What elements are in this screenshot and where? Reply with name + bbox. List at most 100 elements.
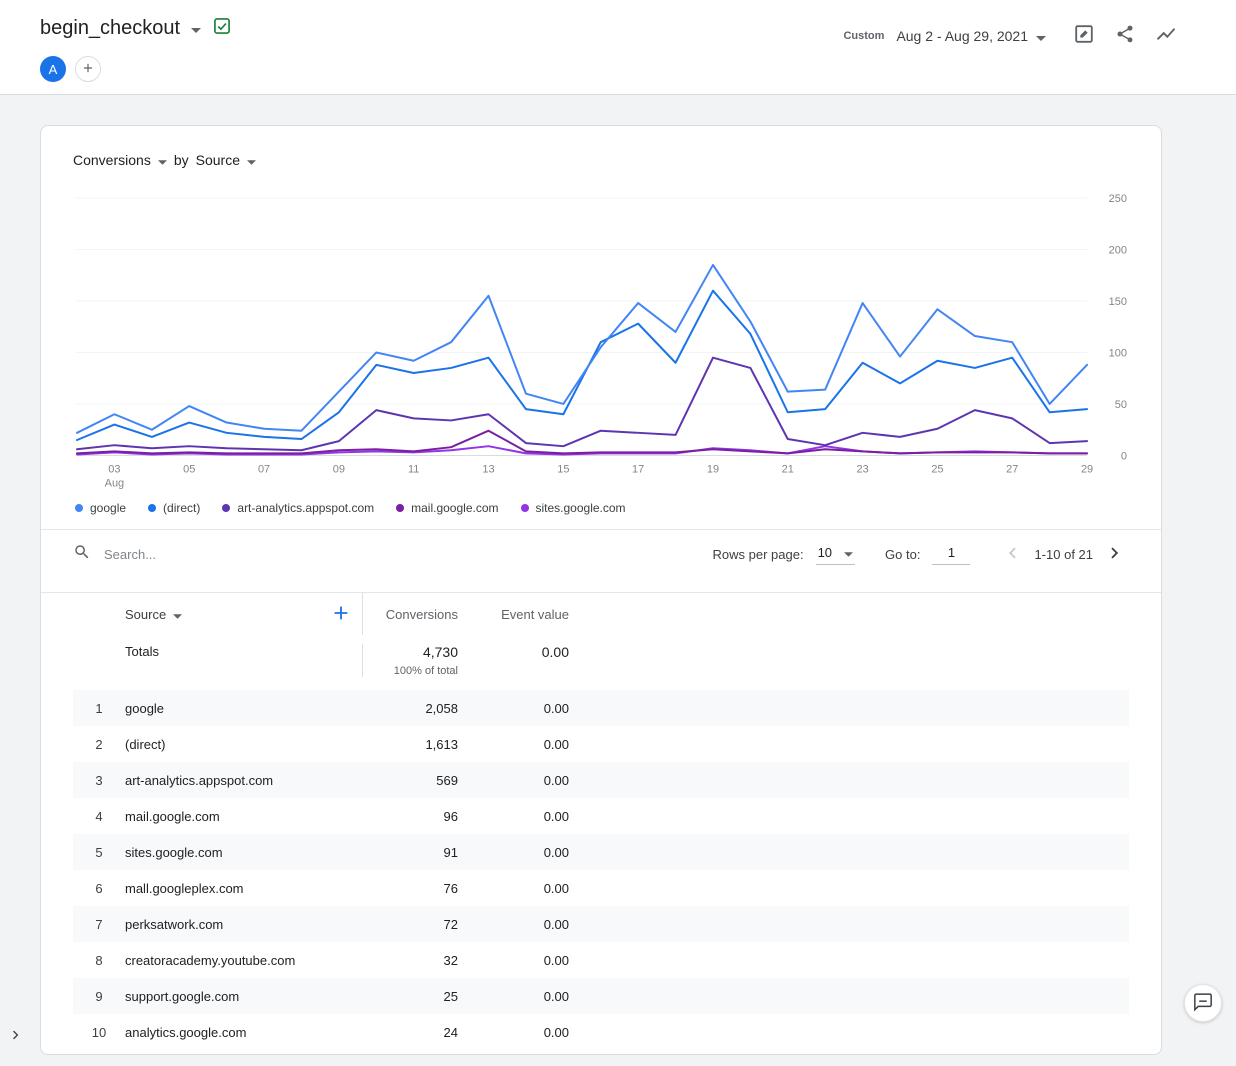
edit-comparisons-button[interactable] xyxy=(1070,20,1098,51)
conversions-column-header[interactable]: Conversions xyxy=(363,607,458,622)
svg-text:150: 150 xyxy=(1109,296,1127,308)
table-body: 1google2,0580.002(direct)1,6130.003art-a… xyxy=(73,690,1129,1050)
add-comparison-button[interactable] xyxy=(75,56,101,82)
row-number: 6 xyxy=(73,881,125,896)
go-to-page-input[interactable] xyxy=(932,543,970,565)
source-cell: analytics.google.com xyxy=(125,1025,363,1040)
source-header-label: Source xyxy=(125,607,166,622)
event-value-cell: 0.00 xyxy=(458,809,569,824)
row-number: 5 xyxy=(73,845,125,860)
chevron-down-icon xyxy=(1036,28,1046,44)
svg-text:19: 19 xyxy=(707,463,719,475)
feedback-button[interactable] xyxy=(1184,984,1222,1022)
event-value-cell: 0.00 xyxy=(458,953,569,968)
chevron-right-icon xyxy=(8,1031,24,1046)
table-row[interactable]: 8creatoracademy.youtube.com320.00 xyxy=(73,942,1129,978)
totals-row: Totals 4,730 100% of total 0.00 xyxy=(73,635,1129,690)
conversions-cell: 569 xyxy=(363,773,458,788)
edit-comparisons-icon xyxy=(1073,23,1095,48)
chart-legend: google(direct)art-analytics.appspot.comm… xyxy=(73,501,1129,515)
svg-text:21: 21 xyxy=(782,463,794,475)
add-column-button[interactable] xyxy=(330,602,352,627)
metric-selector-label: Conversions xyxy=(73,152,151,168)
report-header-left: begin_checkout A xyxy=(40,16,232,82)
table-controls: Rows per page: 10 Go to: 1-10 of 21 xyxy=(73,530,1129,578)
event-value-cell: 0.00 xyxy=(458,881,569,896)
date-range-selector[interactable]: Aug 2 - Aug 29, 2021 xyxy=(894,24,1048,48)
comparison-avatar[interactable]: A xyxy=(40,56,66,82)
row-number: 9 xyxy=(73,989,125,1004)
expand-navigation-button[interactable] xyxy=(4,1023,28,1050)
table-row[interactable]: 9support.google.com250.00 xyxy=(73,978,1129,1014)
next-page-button[interactable] xyxy=(1101,539,1129,570)
event-value-cell: 0.00 xyxy=(458,989,569,1004)
totals-label: Totals xyxy=(125,644,363,677)
source-cell: google xyxy=(125,701,363,716)
table-row[interactable]: 3art-analytics.appspot.com5690.00 xyxy=(73,762,1129,798)
source-cell: mall.googleplex.com xyxy=(125,881,363,896)
plus-icon xyxy=(81,61,95,78)
series-line-google xyxy=(77,265,1087,433)
event-value-cell: 0.00 xyxy=(458,773,569,788)
table-row[interactable]: 6mall.googleplex.com760.00 xyxy=(73,870,1129,906)
row-number: 7 xyxy=(73,917,125,932)
chevron-left-icon xyxy=(1001,542,1023,567)
event-value-cell: 0.00 xyxy=(458,701,569,716)
insights-button[interactable] xyxy=(1152,20,1180,51)
event-value-column-header[interactable]: Event value xyxy=(458,607,569,622)
source-cell: art-analytics.appspot.com xyxy=(125,773,363,788)
table-row[interactable]: 4mail.google.com960.00 xyxy=(73,798,1129,834)
row-number: 2 xyxy=(73,737,125,752)
previous-page-button[interactable] xyxy=(998,539,1026,570)
date-range-text: Aug 2 - Aug 29, 2021 xyxy=(896,28,1028,44)
series-line-mail.google.com xyxy=(77,431,1087,454)
totals-conversions: 4,730 xyxy=(363,644,458,660)
table-row[interactable]: 7perksatwork.com720.00 xyxy=(73,906,1129,942)
chevron-down-icon xyxy=(158,152,167,168)
conversions-cell: 1,613 xyxy=(363,737,458,752)
dimension-selector[interactable]: Source xyxy=(196,150,256,170)
feedback-bubble-icon xyxy=(1193,992,1213,1015)
legend-dot xyxy=(396,504,404,512)
event-value-cell: 0.00 xyxy=(458,1025,569,1040)
go-to-label: Go to: xyxy=(885,547,920,562)
source-column-header[interactable]: Source xyxy=(125,607,182,622)
table-row[interactable]: 10analytics.google.com240.00 xyxy=(73,1014,1129,1050)
event-value-cell: 0.00 xyxy=(458,845,569,860)
svg-text:50: 50 xyxy=(1115,399,1127,411)
legend-label: (direct) xyxy=(163,501,200,515)
chevron-down-icon xyxy=(844,545,853,560)
legend-label: mail.google.com xyxy=(411,501,498,515)
search-input[interactable] xyxy=(102,546,332,563)
source-cell: sites.google.com xyxy=(125,845,363,860)
legend-dot xyxy=(75,504,83,512)
table-row[interactable]: 5sites.google.com910.00 xyxy=(73,834,1129,870)
chevron-down-icon xyxy=(247,152,256,168)
legend-item: art-analytics.appspot.com xyxy=(222,501,374,515)
share-button[interactable] xyxy=(1112,21,1138,50)
source-cell: mail.google.com xyxy=(125,809,363,824)
table-row[interactable]: 2(direct)1,6130.00 xyxy=(73,726,1129,762)
totals-percent: 100% of total xyxy=(363,665,458,677)
table-row[interactable]: 1google2,0580.00 xyxy=(73,690,1129,726)
report-card: Conversions by Source 05010015020025003A… xyxy=(40,125,1162,1055)
insights-icon xyxy=(1155,23,1177,48)
rows-per-page-label: Rows per page: xyxy=(713,547,804,562)
by-label: by xyxy=(174,152,189,168)
row-number: 4 xyxy=(73,809,125,824)
chart-selector-row: Conversions by Source xyxy=(73,150,1129,170)
legend-dot xyxy=(222,504,230,512)
row-number: 8 xyxy=(73,953,125,968)
svg-text:29: 29 xyxy=(1081,463,1093,475)
svg-text:17: 17 xyxy=(632,463,644,475)
search-icon xyxy=(73,543,91,566)
svg-text:13: 13 xyxy=(482,463,494,475)
conversions-cell: 91 xyxy=(363,845,458,860)
rows-per-page-select[interactable]: 10 xyxy=(816,543,855,565)
event-value-cell: 0.00 xyxy=(458,737,569,752)
conversions-cell: 96 xyxy=(363,809,458,824)
metric-selector[interactable]: Conversions xyxy=(73,150,167,170)
title-dropdown-button[interactable] xyxy=(189,19,203,38)
totals-event-value: 0.00 xyxy=(458,644,569,660)
source-cell: creatoracademy.youtube.com xyxy=(125,953,363,968)
